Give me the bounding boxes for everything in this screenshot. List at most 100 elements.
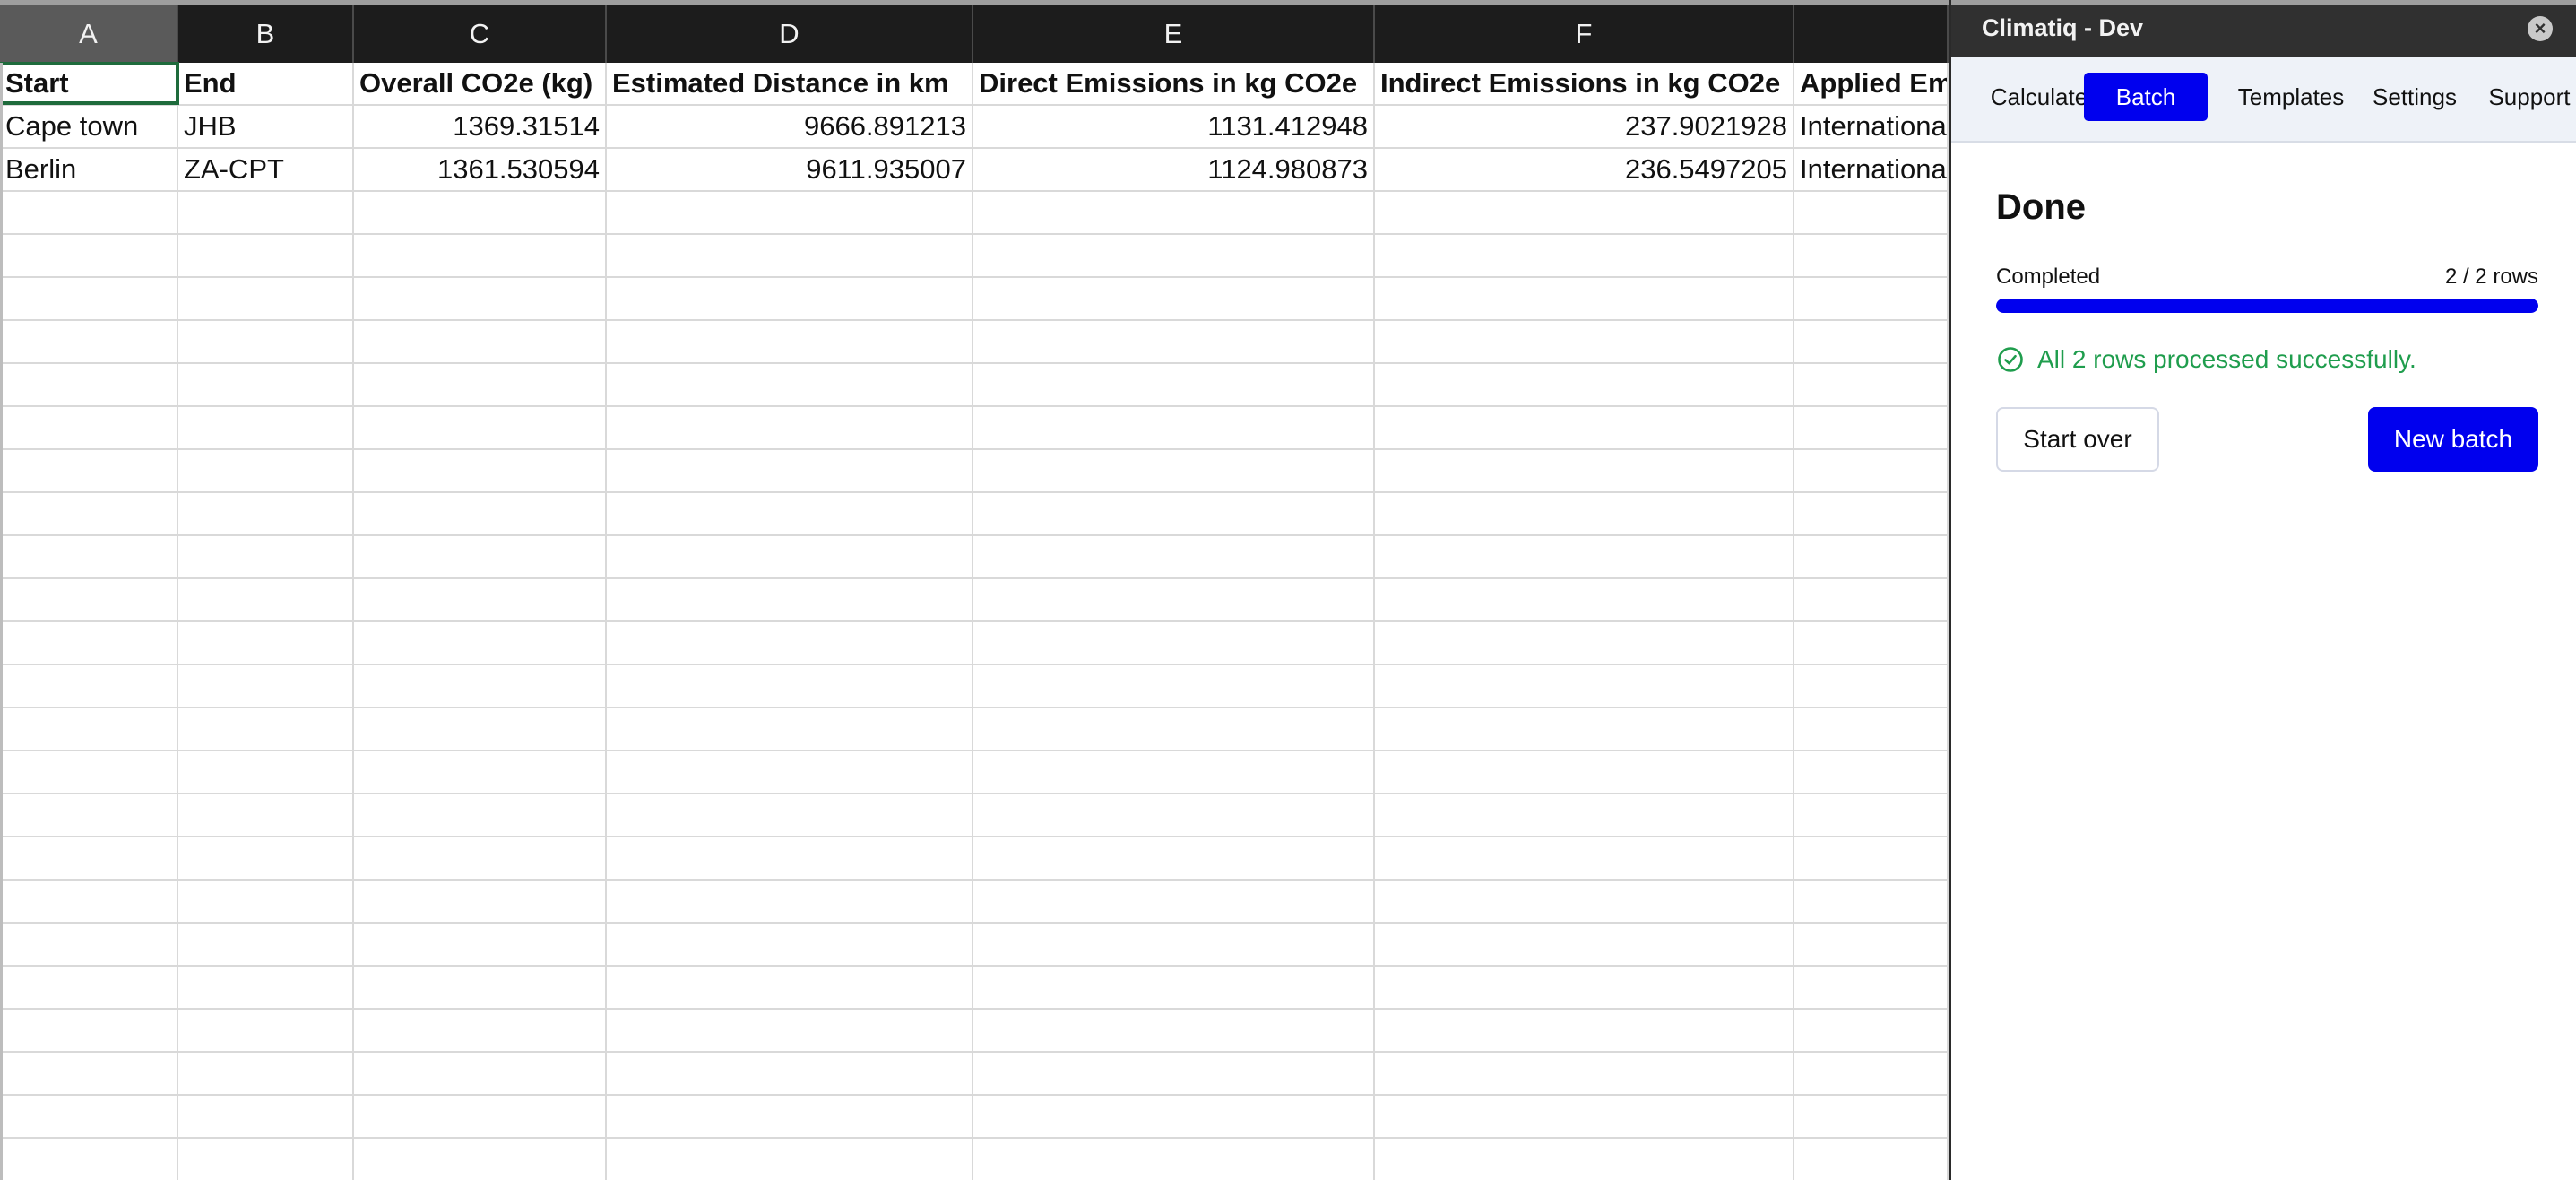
empty-cell[interactable] xyxy=(0,1010,178,1051)
empty-cell[interactable] xyxy=(607,794,973,836)
empty-cell[interactable] xyxy=(1794,278,1949,319)
empty-cell[interactable] xyxy=(1375,364,1794,405)
empty-cell[interactable] xyxy=(973,278,1375,319)
empty-cell[interactable] xyxy=(973,536,1375,577)
empty-cell[interactable] xyxy=(354,278,607,319)
empty-cell[interactable] xyxy=(178,1010,354,1051)
empty-cell[interactable] xyxy=(178,536,354,577)
empty-cell[interactable] xyxy=(607,881,973,922)
empty-cell[interactable] xyxy=(1794,536,1949,577)
cell-e3[interactable]: 1124.980873 xyxy=(973,149,1375,190)
cell-e2[interactable]: 1131.412948 xyxy=(973,106,1375,147)
empty-cell[interactable] xyxy=(178,708,354,750)
empty-cell[interactable] xyxy=(973,794,1375,836)
empty-cell[interactable] xyxy=(1794,1096,1949,1137)
empty-cell[interactable] xyxy=(973,192,1375,233)
empty-cell[interactable] xyxy=(178,1096,354,1137)
empty-cell[interactable] xyxy=(1375,751,1794,793)
empty-cell[interactable] xyxy=(354,924,607,965)
empty-cell[interactable] xyxy=(0,493,178,534)
empty-cell[interactable] xyxy=(1375,1139,1794,1180)
empty-cell[interactable] xyxy=(607,450,973,491)
empty-cell[interactable] xyxy=(1794,235,1949,276)
empty-cell[interactable] xyxy=(1794,837,1949,879)
empty-cell[interactable] xyxy=(607,1053,973,1094)
cell-f1[interactable]: Indirect Emissions in kg CO2e xyxy=(1375,63,1794,104)
empty-cell[interactable] xyxy=(607,1010,973,1051)
cell-b3[interactable]: ZA-CPT xyxy=(178,149,354,190)
empty-cell[interactable] xyxy=(1794,321,1949,362)
empty-cell[interactable] xyxy=(1794,967,1949,1008)
cell-c1[interactable]: Overall CO2e (kg) xyxy=(354,63,607,104)
empty-cell[interactable] xyxy=(1375,278,1794,319)
empty-cell[interactable] xyxy=(1375,665,1794,707)
empty-cell[interactable] xyxy=(0,364,178,405)
cell-a1[interactable]: Start xyxy=(0,62,179,105)
empty-cell[interactable] xyxy=(607,837,973,879)
empty-cell[interactable] xyxy=(178,751,354,793)
empty-cell[interactable] xyxy=(1794,364,1949,405)
empty-cell[interactable] xyxy=(0,278,178,319)
empty-cell[interactable] xyxy=(973,364,1375,405)
empty-cell[interactable] xyxy=(0,407,178,448)
cell-b2[interactable]: JHB xyxy=(178,106,354,147)
empty-cell[interactable] xyxy=(354,881,607,922)
empty-cell[interactable] xyxy=(973,1053,1375,1094)
empty-cell[interactable] xyxy=(607,192,973,233)
cell-a3[interactable]: Berlin xyxy=(0,149,178,190)
empty-cell[interactable] xyxy=(178,622,354,664)
empty-cell[interactable] xyxy=(1794,622,1949,664)
empty-cell[interactable] xyxy=(607,1096,973,1137)
empty-cell[interactable] xyxy=(0,967,178,1008)
empty-cell[interactable] xyxy=(1794,579,1949,620)
empty-cell[interactable] xyxy=(354,708,607,750)
cell-g2[interactable]: Internationa xyxy=(1794,106,1949,147)
empty-cell[interactable] xyxy=(354,192,607,233)
empty-cell[interactable] xyxy=(0,794,178,836)
empty-cell[interactable] xyxy=(973,1010,1375,1051)
empty-cell[interactable] xyxy=(973,321,1375,362)
empty-cell[interactable] xyxy=(1794,407,1949,448)
empty-cell[interactable] xyxy=(1794,1010,1949,1051)
cell-c3[interactable]: 1361.530594 xyxy=(354,149,607,190)
empty-cell[interactable] xyxy=(0,1096,178,1137)
cell-d3[interactable]: 9611.935007 xyxy=(607,149,973,190)
empty-cell[interactable] xyxy=(354,1096,607,1137)
empty-cell[interactable] xyxy=(1375,881,1794,922)
column-header-c[interactable]: C xyxy=(354,5,607,63)
column-header-a[interactable]: A xyxy=(0,5,178,63)
empty-cell[interactable] xyxy=(178,924,354,965)
empty-cell[interactable] xyxy=(973,708,1375,750)
empty-cell[interactable] xyxy=(973,407,1375,448)
empty-cell[interactable] xyxy=(178,1139,354,1180)
empty-cell[interactable] xyxy=(1375,924,1794,965)
empty-cell[interactable] xyxy=(0,622,178,664)
empty-cell[interactable] xyxy=(607,536,973,577)
empty-cell[interactable] xyxy=(973,1139,1375,1180)
empty-cell[interactable] xyxy=(1794,794,1949,836)
cell-g1[interactable]: Applied Em xyxy=(1794,63,1949,104)
empty-cell[interactable] xyxy=(354,837,607,879)
empty-cell[interactable] xyxy=(607,407,973,448)
cell-d1[interactable]: Estimated Distance in km xyxy=(607,63,973,104)
empty-cell[interactable] xyxy=(607,751,973,793)
empty-cell[interactable] xyxy=(1375,192,1794,233)
empty-cell[interactable] xyxy=(0,1139,178,1180)
empty-cell[interactable] xyxy=(178,881,354,922)
empty-cell[interactable] xyxy=(178,235,354,276)
empty-cell[interactable] xyxy=(973,881,1375,922)
empty-cell[interactable] xyxy=(607,278,973,319)
empty-cell[interactable] xyxy=(178,450,354,491)
empty-cell[interactable] xyxy=(973,665,1375,707)
empty-cell[interactable] xyxy=(973,450,1375,491)
empty-cell[interactable] xyxy=(1794,192,1949,233)
empty-cell[interactable] xyxy=(354,1010,607,1051)
empty-cell[interactable] xyxy=(178,278,354,319)
cell-d2[interactable]: 9666.891213 xyxy=(607,106,973,147)
cell-b1[interactable]: End xyxy=(178,63,354,104)
cell-f3[interactable]: 236.5497205 xyxy=(1375,149,1794,190)
empty-cell[interactable] xyxy=(0,881,178,922)
empty-cell[interactable] xyxy=(354,321,607,362)
empty-cell[interactable] xyxy=(1375,450,1794,491)
empty-cell[interactable] xyxy=(0,450,178,491)
